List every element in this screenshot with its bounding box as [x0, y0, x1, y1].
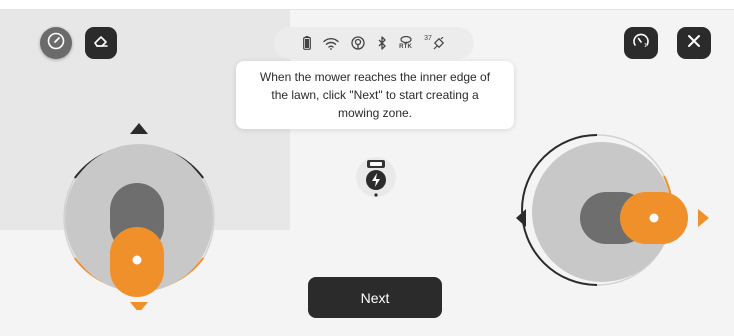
battery-icon: [303, 36, 312, 50]
rtk-icon: RTK: [399, 36, 412, 50]
top-divider: [0, 0, 734, 10]
svg-text:1: 1: [644, 43, 647, 49]
compass-button[interactable]: [40, 27, 72, 59]
left-joystick[interactable]: [54, 120, 224, 310]
status-bar: RTK 37: [274, 27, 474, 59]
joystick-down-arrow: [130, 302, 148, 310]
eraser-button[interactable]: [85, 27, 117, 59]
joystick-up-arrow: [130, 123, 148, 134]
rtk-label: RTK: [399, 44, 413, 50]
close-icon: [687, 34, 701, 53]
next-button[interactable]: Next: [308, 277, 442, 318]
mower-marker: [354, 155, 398, 199]
wifi-icon: [323, 37, 339, 50]
speed-button[interactable]: 1: [624, 27, 658, 59]
speedometer-icon: 1: [632, 32, 650, 55]
satellite-indicator: 37: [424, 34, 445, 50]
close-button[interactable]: [677, 27, 711, 59]
bluetooth-icon: [377, 36, 387, 50]
signal-icon: [351, 36, 365, 50]
satellite-icon: [433, 36, 445, 50]
compass-icon: [47, 32, 65, 55]
joystick-left-arrow: [516, 209, 526, 227]
instruction-tooltip: When the mower reaches the inner edge of…: [236, 61, 514, 129]
mower-charging-icon: [354, 157, 398, 203]
joystick-right-arrow: [698, 209, 709, 227]
eraser-icon: [92, 32, 110, 55]
right-joystick[interactable]: [512, 130, 712, 300]
satellite-count: 37: [424, 34, 432, 42]
